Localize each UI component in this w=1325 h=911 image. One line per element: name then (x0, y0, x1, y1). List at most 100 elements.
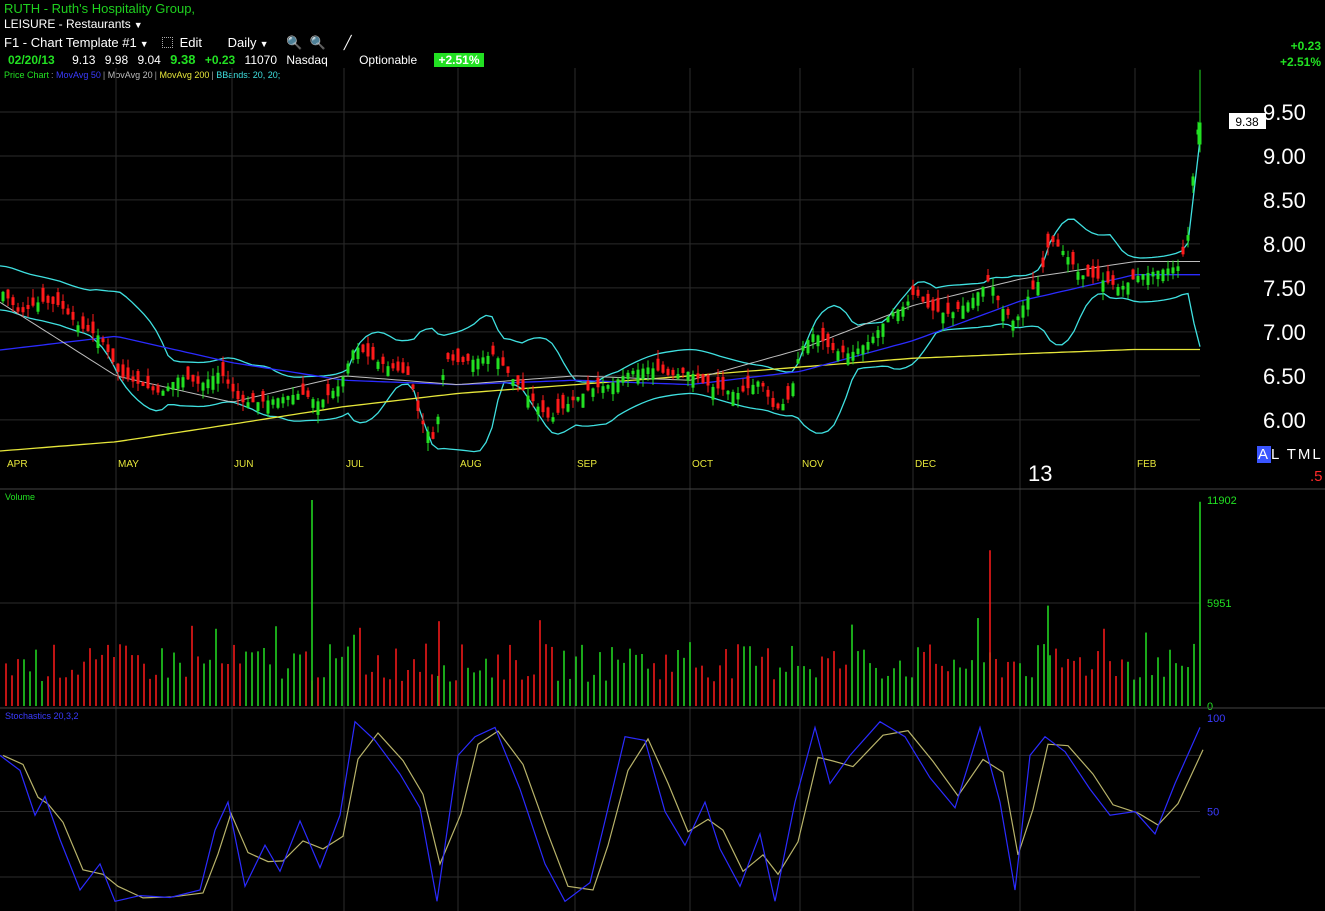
candle-body (991, 287, 995, 296)
candle-body (216, 372, 220, 384)
candle-body (346, 363, 350, 374)
candle-body (711, 386, 715, 400)
candle-body (766, 389, 770, 397)
candle-body (956, 301, 960, 309)
candle-body (641, 368, 645, 380)
candle-body (356, 347, 360, 360)
candle-body (141, 382, 145, 386)
candle-body (951, 312, 955, 319)
candle-body (171, 381, 175, 390)
candle-body (876, 330, 880, 338)
candle-body (471, 359, 475, 372)
candle-body (551, 417, 555, 422)
candle-body (656, 358, 660, 371)
candle-body (291, 394, 295, 405)
candle-body (476, 358, 480, 370)
candle-body (41, 287, 45, 302)
candle-body (1046, 233, 1050, 248)
chart-canvas[interactable]: 9.50 9.00 8.50 8.00 7.50 7.00 6.50 6.00 APR MAY J… (0, 0, 1325, 911)
candle-body (846, 353, 850, 365)
candle-body (236, 390, 240, 400)
candle-body (111, 348, 115, 362)
candle-body (1096, 265, 1100, 279)
red-value-label: .5 (1310, 468, 1323, 485)
candle-body (1091, 265, 1095, 278)
volume-tick-label: 5951 (1207, 598, 1231, 610)
month-tick-label: JUN (234, 459, 253, 470)
candle-body (461, 356, 465, 362)
candle-body (6, 289, 10, 299)
candle-body (151, 386, 155, 391)
month-tick-label: OCT (692, 459, 713, 470)
candle-body (776, 403, 780, 409)
candle-body (831, 342, 835, 351)
candle-body (506, 366, 510, 373)
candle-body (481, 357, 485, 364)
candle-body (1056, 239, 1060, 247)
candle-body (816, 335, 820, 347)
candle-body (431, 432, 435, 439)
candle-body (1156, 270, 1160, 280)
candle-body (241, 394, 245, 403)
candle-body (16, 307, 20, 312)
candle-body (621, 376, 625, 383)
stochastics-title: Stochastics 20,3,2 (5, 711, 79, 721)
candle-body (176, 377, 180, 389)
candle-body (751, 384, 755, 395)
candle-body (676, 374, 680, 379)
candle-body (456, 348, 460, 363)
candle-body (1051, 236, 1055, 243)
candle-body (746, 375, 750, 389)
candle-body (1041, 257, 1045, 268)
candle-body (686, 371, 690, 381)
candle-body (1, 291, 5, 302)
candle-body (1061, 250, 1065, 255)
candle-body (646, 367, 650, 375)
candle-body (231, 383, 235, 392)
candle-body (826, 333, 830, 348)
candle-body (1121, 285, 1125, 290)
candle-body (896, 309, 900, 322)
candle-body (926, 293, 930, 308)
candle-body (451, 354, 455, 361)
volume-tick-label: 0 (1207, 701, 1213, 713)
candle-body (361, 344, 365, 353)
candle-body (311, 399, 315, 408)
candle-body (661, 364, 665, 373)
candle-body (1031, 280, 1035, 290)
candle-body (971, 297, 975, 309)
candle-body (21, 307, 25, 313)
price-tick-label: 7.00 (1263, 320, 1306, 345)
candle-body (36, 302, 40, 312)
candle-body (861, 345, 865, 355)
candle-body (736, 392, 740, 400)
candle-body (181, 377, 185, 388)
candle-body (886, 316, 890, 323)
candle-body (351, 350, 355, 360)
stochastics-tick-label: 50 (1207, 807, 1219, 819)
candle-body (801, 345, 805, 351)
candle-body (46, 295, 50, 303)
timeframe-rest[interactable]: L TML (1271, 446, 1323, 463)
candle-body (1171, 267, 1175, 274)
candle-body (526, 395, 530, 408)
price-panel (0, 69, 1202, 453)
candle-body (381, 356, 385, 364)
candle-body (796, 359, 800, 364)
candle-body (256, 402, 260, 412)
candle-body (286, 396, 290, 400)
timeframe-selector[interactable]: AL TML (1257, 446, 1323, 463)
last-price-label: 9.38 (1235, 115, 1259, 129)
candle-body (931, 299, 935, 311)
candle-body (11, 297, 15, 306)
candle-body (376, 361, 380, 369)
candle-body (996, 295, 1000, 301)
timeframe-a[interactable]: A (1257, 446, 1272, 463)
candle-body (246, 402, 250, 408)
candle-body (266, 400, 270, 414)
candle-body (196, 376, 200, 384)
candle-body (561, 394, 565, 409)
candle-body (781, 403, 785, 411)
candle-body (606, 385, 610, 389)
volume-axis: 11902 5951 0 (1207, 495, 1237, 713)
